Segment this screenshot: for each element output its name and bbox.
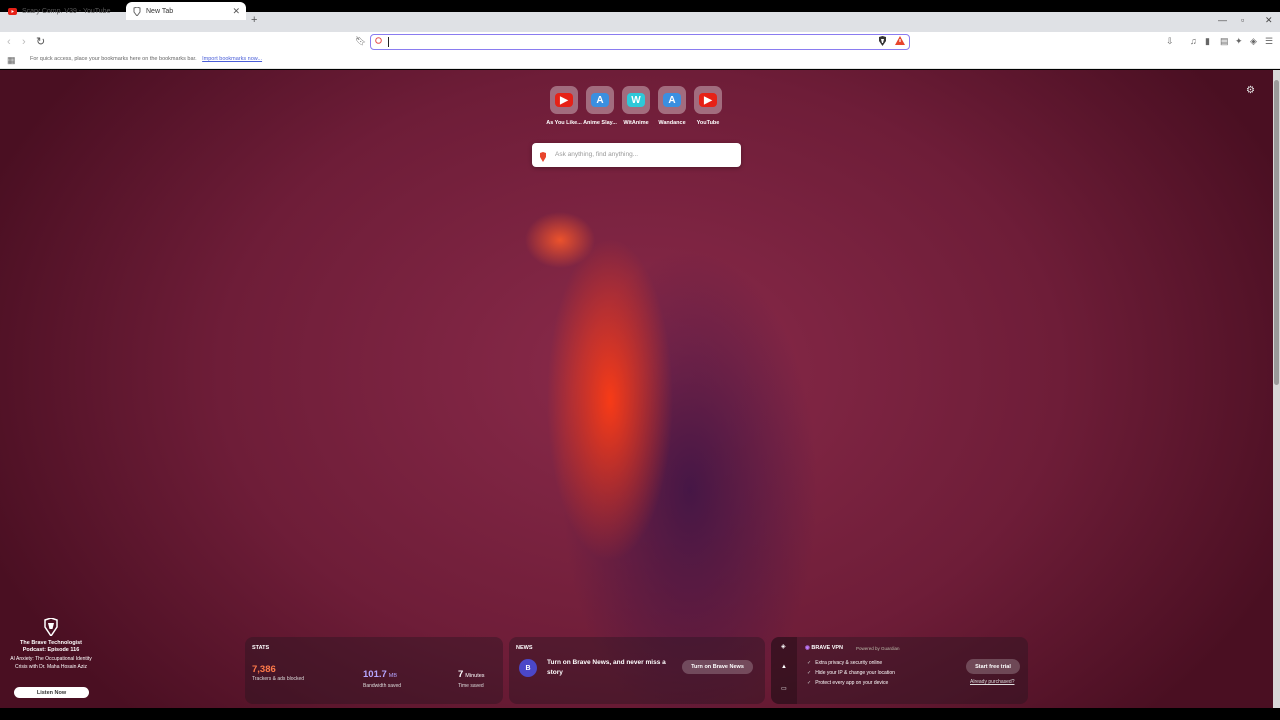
top-site-tile[interactable]: A Wandance	[654, 86, 690, 126]
tab-title: Scary Comp. V39 - YouTube	[22, 7, 111, 15]
vpn-title: ◉ BRAVE VPN	[805, 645, 843, 651]
podcast-title: The Brave Technologist Podcast: Episode …	[20, 640, 82, 653]
scrollbar-thumb[interactable]	[1274, 80, 1279, 385]
vpn-powered-by: Powered by Guardian	[856, 646, 900, 651]
bandwidth-unit: MB	[388, 673, 398, 679]
youtube-icon: ▶	[699, 93, 717, 107]
vpn-icon[interactable]: ◈	[1250, 36, 1257, 47]
check-icon: ✓	[807, 670, 812, 676]
top-site-label: WitAnime	[623, 120, 649, 126]
brave-lion-icon	[43, 617, 59, 638]
stat-bandwidth: 101.7 MB Bandwidth saved	[363, 664, 401, 689]
vpn-feature-text: Hide your IP & change your location	[815, 670, 895, 676]
podcast-promo: The Brave Technologist Podcast: Episode …	[8, 617, 94, 671]
witanime-icon: W	[627, 93, 645, 107]
text-caret	[388, 37, 389, 47]
stat-trackers: 7,386 Trackers & ads blocked	[252, 664, 304, 682]
vpn-features: ✓ Extra privacy & security online ✓ Hide y…	[807, 658, 895, 688]
stats-heading: STATS	[252, 645, 270, 651]
address-bar[interactable]	[370, 34, 910, 50]
new-tab-button[interactable]: +	[251, 14, 257, 26]
podcast-description: AI Anxiety: The Occupational Identity Cr…	[10, 656, 92, 670]
time-label: Time saved	[458, 683, 484, 689]
already-purchased-link[interactable]: Already purchased?	[970, 679, 1014, 685]
vpn-card: ◈ ▲ ▭ ◉ BRAVE VPN Powered by Guardian ✓ E…	[771, 637, 1028, 704]
reading-list-icon[interactable]: ▤	[1220, 36, 1229, 47]
top-site-tile[interactable]: A Anime Slay...	[582, 86, 618, 126]
tab-new-tab[interactable]: New Tab ✕	[126, 2, 246, 20]
stats-card: STATS 7,386 Trackers & ads blocked 101.7…	[245, 637, 503, 704]
top-site-tile[interactable]: W WitAnime	[618, 86, 654, 126]
gear-icon[interactable]: ⚙	[1246, 85, 1255, 96]
brave-icon	[132, 6, 141, 16]
tab-youtube[interactable]: Scary Comp. V39 - YouTube	[2, 2, 126, 20]
tab-title: New Tab	[146, 7, 174, 15]
forward-icon[interactable]: ›	[22, 36, 26, 48]
import-bookmarks-link[interactable]: Import bookmarks now...	[202, 56, 262, 62]
check-icon: ✓	[807, 680, 812, 686]
list-item: ✓ Extra privacy & security online	[807, 658, 895, 668]
start-free-trial-button[interactable]: Start free trial	[966, 659, 1020, 674]
check-icon: ✓	[807, 660, 812, 666]
brave-news-icon: B	[519, 659, 537, 677]
close-icon[interactable]: ✕	[232, 6, 240, 17]
brave-rewards-icon[interactable]	[895, 36, 905, 47]
news-promo-text: Turn on Brave News, and never miss a sto…	[547, 659, 666, 676]
talk-icon[interactable]: ▭	[781, 685, 787, 692]
bottom-black-border	[0, 708, 1280, 720]
trackers-label: Trackers & ads blocked	[252, 676, 305, 682]
top-site-label: Anime Slay...	[583, 120, 617, 126]
search-engine-icon	[375, 37, 382, 47]
minimize-icon[interactable]: —	[1218, 15, 1227, 25]
menu-icon[interactable]: ☰	[1265, 36, 1273, 47]
top-site-label: As You Like...	[546, 120, 582, 126]
sidebar-icon[interactable]: ▮	[1205, 36, 1210, 47]
listen-now-button[interactable]: Listen Now	[14, 687, 89, 698]
bookmarks-bar-hint: For quick access, place your bookmarks h…	[30, 56, 262, 62]
anime-slayer-icon: A	[591, 93, 609, 107]
rewards-triangle-icon[interactable]: ▲	[781, 664, 787, 670]
vpn-logo-icon: ◉	[805, 645, 810, 651]
brave-shields-icon[interactable]	[878, 36, 887, 48]
vpn-feature-text: Extra privacy & security online	[815, 660, 883, 666]
media-icon[interactable]: ♫	[1190, 36, 1197, 46]
bookmark-icon[interactable]: 🔖︎	[355, 36, 366, 47]
news-card: NEWS B Turn on Brave News, and never mis…	[509, 637, 765, 704]
list-item: ✓ Hide your IP & change your location	[807, 668, 895, 678]
brave-search-icon	[539, 149, 547, 162]
time-unit: Minutes	[465, 673, 485, 679]
news-heading: NEWS	[516, 645, 533, 651]
turn-on-brave-news-button[interactable]: Turn on Brave News	[682, 660, 753, 674]
top-site-tile[interactable]: ▶ As You Like...	[546, 86, 582, 126]
top-sites: ▶ As You Like... A Anime Slay... W WitAn…	[546, 86, 726, 126]
time-value: 7	[458, 669, 464, 680]
top-site-label: YouTube	[696, 120, 720, 126]
vpn-shield-icon[interactable]: ◈	[781, 643, 786, 650]
youtube-icon	[8, 7, 17, 16]
reload-icon[interactable]: ↻	[36, 35, 45, 48]
apps-icon[interactable]: ▦	[7, 55, 16, 66]
maximize-icon[interactable]: ▫	[1241, 15, 1244, 25]
list-item: ✓ Protect every app on your device	[807, 678, 895, 688]
top-site-tile[interactable]: ▶ YouTube	[690, 86, 726, 126]
bookmarks-hint-text: For quick access, place your bookmarks h…	[30, 56, 197, 62]
bandwidth-label: Bandwidth saved	[363, 683, 402, 689]
bandwidth-value: 101.7	[363, 669, 387, 680]
wandance-icon: A	[663, 93, 681, 107]
vpn-feature-text: Protect every app on your device	[815, 680, 889, 686]
window-close-icon[interactable]: ✕	[1265, 15, 1273, 26]
search-placeholder: Ask anything, find anything...	[555, 151, 639, 158]
stat-time: 7 Minutes Time saved	[458, 664, 485, 689]
back-icon[interactable]: ‹	[7, 36, 11, 48]
downloads-icon[interactable]: ⇩	[1166, 36, 1174, 47]
youtube-icon: ▶	[555, 93, 573, 107]
leo-icon[interactable]: ✦	[1235, 36, 1243, 47]
trackers-value: 7,386	[252, 664, 276, 675]
top-site-label: Wandance	[658, 120, 686, 126]
vpn-title-text: BRAVE VPN	[811, 645, 844, 651]
